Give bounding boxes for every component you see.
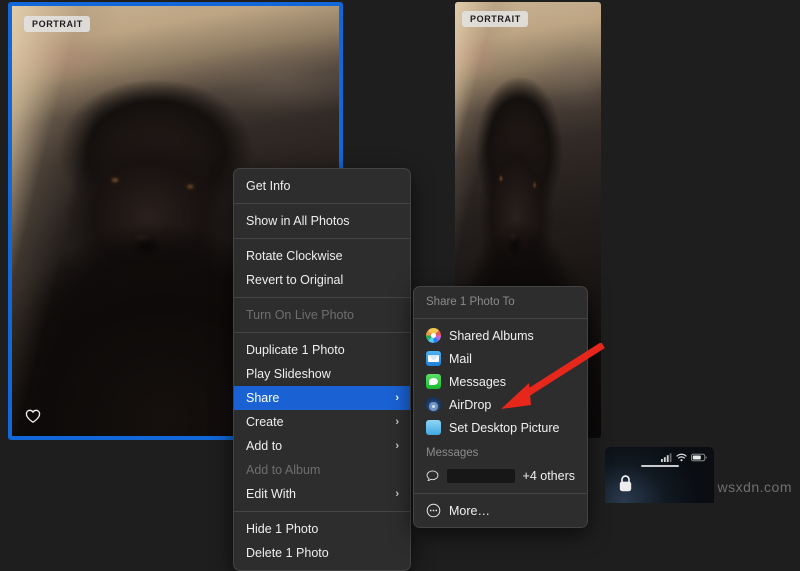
share-submenu-header: Share 1 Photo To (426, 296, 515, 308)
share-item-shared-albums[interactable]: Shared Albums (414, 324, 587, 347)
share-item-more[interactable]: More… (414, 499, 587, 522)
menu-item-create[interactable]: Create › (234, 410, 410, 434)
battery-icon (691, 453, 707, 462)
menu-item-label: Show in All Photos (246, 214, 350, 228)
menu-item-label: Turn On Live Photo (246, 308, 354, 322)
menu-item-label: Duplicate 1 Photo (246, 343, 345, 357)
share-item-airdrop[interactable]: AirDrop (414, 393, 587, 416)
desktop-picture-icon (426, 420, 441, 435)
menu-item-add-to[interactable]: Add to › (234, 434, 410, 458)
share-submenu[interactable]: Share 1 Photo To Shared Albums Mail Mess… (413, 286, 588, 528)
chevron-right-icon: › (395, 416, 399, 428)
chevron-right-icon: › (395, 392, 399, 404)
portrait-badge: PORTRAIT (24, 16, 90, 32)
home-indicator (640, 465, 679, 467)
menu-item-play-slideshow[interactable]: Play Slideshow (234, 362, 410, 386)
share-suggestion-others: +4 others (522, 469, 575, 483)
menu-item-duplicate-1-photo[interactable]: Duplicate 1 Photo (234, 338, 410, 362)
share-item-label: AirDrop (449, 397, 492, 412)
menu-separator (234, 297, 410, 298)
menu-separator (234, 332, 410, 333)
menu-item-label: Create (246, 415, 284, 429)
menu-item-edit-with[interactable]: Edit With › (234, 482, 410, 506)
cellular-signal-icon (661, 453, 672, 462)
menu-item-label: Delete 1 Photo (246, 546, 329, 560)
wifi-icon (676, 453, 687, 462)
menu-item-hide-1-photo[interactable]: Hide 1 Photo (234, 517, 410, 541)
menu-item-get-info[interactable]: Get Info (234, 174, 410, 198)
heart-icon[interactable] (25, 408, 41, 424)
menu-separator (234, 203, 410, 204)
phone-status-bar (661, 453, 707, 462)
share-item-label: Set Desktop Picture (449, 420, 560, 435)
photo-context-menu[interactable]: Get Info Show in All Photos Rotate Clock… (233, 168, 411, 571)
watermark: wsxdn.com (717, 479, 792, 495)
menu-item-label: Get Info (246, 179, 291, 193)
share-item-set-desktop-picture[interactable]: Set Desktop Picture (414, 416, 587, 439)
share-item-label: Mail (449, 351, 472, 366)
redacted-contact-name (446, 469, 515, 483)
menu-item-show-in-all-photos[interactable]: Show in All Photos (234, 209, 410, 233)
menu-item-rotate-clockwise[interactable]: Rotate Clockwise (234, 244, 410, 268)
mail-app-icon (426, 351, 441, 366)
menu-separator (414, 318, 587, 319)
menu-separator (414, 493, 587, 494)
share-item-messages[interactable]: Messages (414, 370, 587, 393)
menu-item-turn-on-live-photo: Turn On Live Photo (234, 303, 410, 327)
menu-item-share[interactable]: Share › (234, 386, 410, 410)
chevron-right-icon: › (395, 488, 399, 500)
ellipsis-circle-icon (426, 503, 441, 518)
speech-bubble-icon (426, 470, 439, 482)
menu-item-label: Add to (246, 439, 283, 453)
airdrop-icon (426, 397, 441, 412)
share-item-label: Shared Albums (449, 328, 534, 343)
messages-app-icon (426, 374, 441, 389)
menu-item-label: Edit With (246, 487, 297, 501)
menu-separator (234, 238, 410, 239)
menu-item-label: Add to Album (246, 463, 321, 477)
share-suggestion-contact[interactable]: +4 others (414, 464, 587, 488)
portrait-badge: PORTRAIT (462, 11, 528, 27)
menu-item-delete-1-photo[interactable]: Delete 1 Photo (234, 541, 410, 565)
photos-app-icon (426, 328, 441, 343)
iphone-lockscreen-preview (605, 447, 714, 503)
menu-item-label: Revert to Original (246, 273, 344, 287)
menu-item-revert-to-original[interactable]: Revert to Original (234, 268, 410, 292)
menu-item-add-to-album: Add to Album (234, 458, 410, 482)
menu-item-label: Share (246, 391, 280, 405)
lock-icon (619, 475, 632, 492)
menu-separator (234, 511, 410, 512)
share-suggestions-header: Messages (426, 447, 479, 459)
share-item-label: More… (449, 503, 490, 518)
menu-item-label: Play Slideshow (246, 367, 331, 381)
chevron-right-icon: › (395, 440, 399, 452)
menu-item-label: Hide 1 Photo (246, 522, 319, 536)
share-item-mail[interactable]: Mail (414, 347, 587, 370)
menu-item-label: Rotate Clockwise (246, 249, 343, 263)
share-item-label: Messages (449, 374, 506, 389)
